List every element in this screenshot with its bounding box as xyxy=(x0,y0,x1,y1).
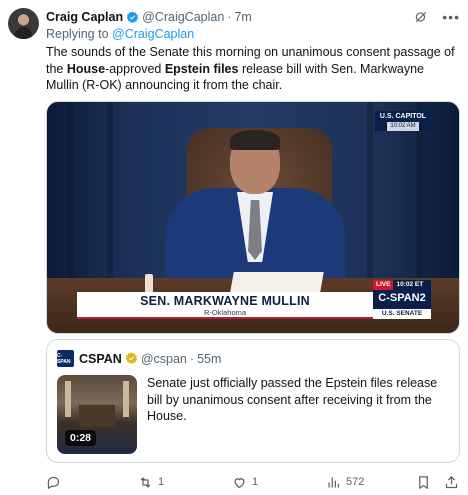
grok-icon[interactable] xyxy=(414,10,428,24)
gavel-block xyxy=(145,274,153,294)
lower-third: SEN. MARKWAYNE MULLIN R-Oklahoma xyxy=(77,292,373,319)
reply-icon xyxy=(47,476,60,489)
live-time: 10:02 ET xyxy=(393,280,427,290)
author-name[interactable]: Craig Caplan xyxy=(46,10,123,24)
quoted-author-name[interactable]: CSPAN xyxy=(79,352,122,366)
views-icon xyxy=(328,477,340,487)
quoted-video-thumbnail[interactable]: 0:28 xyxy=(57,375,137,454)
author-avatar[interactable] xyxy=(8,8,39,39)
retweet-icon xyxy=(140,476,151,488)
network-logo-box: LIVE 10:02 ET C-SPAN2 U.S. SENATE xyxy=(373,280,431,319)
author-handle[interactable]: @CraigCaplan xyxy=(142,10,224,24)
share-button[interactable] xyxy=(444,473,459,491)
capitol-bug: U.S. CAPITOL 10:02 AM xyxy=(375,111,431,131)
capitol-time: 10:02 AM xyxy=(387,122,419,131)
bookmark-button[interactable] xyxy=(416,473,431,491)
retweet-button[interactable]: 1 xyxy=(138,473,164,491)
like-button[interactable]: 1 xyxy=(232,473,258,491)
more-icon[interactable]: ••• xyxy=(442,10,460,24)
replying-to-line: Replying to @CraigCaplan xyxy=(46,27,194,41)
chamber-pillar xyxy=(123,381,129,417)
gold-verified-icon xyxy=(125,352,138,364)
retweet-count: 1 xyxy=(158,476,165,488)
like-icon xyxy=(234,477,245,488)
video-player[interactable]: U.S. CAPITOL 10:02 AM SEN. MARKWAYNE MUL… xyxy=(46,101,460,334)
network-subtitle: U.S. SENATE xyxy=(373,309,431,319)
capitol-label: U.S. CAPITOL xyxy=(379,113,427,120)
separator-dot: · xyxy=(227,10,232,24)
chamber-rostrum xyxy=(79,405,115,427)
lower-third-bar xyxy=(77,317,373,319)
tweet-timestamp[interactable]: 7m xyxy=(234,10,251,24)
lower-third-name: SEN. MARKWAYNE MULLIN xyxy=(140,294,310,308)
tweet-text-bold-house: House xyxy=(66,61,106,76)
tweet-body: The sounds of the Senate this morning on… xyxy=(46,44,460,94)
views-button[interactable]: 572 xyxy=(326,473,364,491)
views-count: 572 xyxy=(346,476,365,488)
lower-third-subtitle: R-Oklahoma xyxy=(203,308,247,317)
separator-dot: · xyxy=(189,351,195,366)
network-logo: C-SPAN2 xyxy=(378,292,426,304)
action-bar: 1 1 572 xyxy=(46,473,460,491)
tweet-text-bold-epstein: Epstein files xyxy=(164,61,239,76)
quoted-tweet-header: CSPAN @cspan · 55m xyxy=(79,350,221,367)
tweet-text-part2: -approved xyxy=(105,61,165,76)
quoted-tweet[interactable]: C-SPAN CSPAN @cspan · 55m 0:28 Senate ju… xyxy=(46,339,460,463)
bookmark-icon xyxy=(419,475,428,489)
quoted-author-handle[interactable]: @cspan xyxy=(141,352,187,366)
like-count: 1 xyxy=(252,476,259,488)
video-duration: 0:28 xyxy=(65,430,97,446)
chamber-pillar xyxy=(65,381,71,417)
live-indicator: LIVE 10:02 ET xyxy=(373,280,431,290)
live-label: LIVE xyxy=(373,280,394,290)
speaker-hair xyxy=(230,130,280,150)
reply-button[interactable] xyxy=(46,473,66,491)
replying-prefix: Replying to xyxy=(46,27,113,41)
header-actions: ••• xyxy=(414,8,460,26)
cspan-avatar-text: C-SPAN xyxy=(57,352,71,365)
share-icon xyxy=(445,475,458,488)
replying-to-link[interactable]: @CraigCaplan xyxy=(112,27,194,41)
verified-badge-icon xyxy=(126,11,139,23)
quoted-tweet-text: Senate just officially passed the Epstei… xyxy=(147,376,438,423)
cspan-avatar[interactable]: C-SPAN xyxy=(57,350,74,367)
paper-document xyxy=(230,272,324,292)
quoted-timestamp[interactable]: 55m xyxy=(197,352,221,366)
tweet-header: Craig Caplan @CraigCaplan · 7m ••• xyxy=(46,8,460,26)
